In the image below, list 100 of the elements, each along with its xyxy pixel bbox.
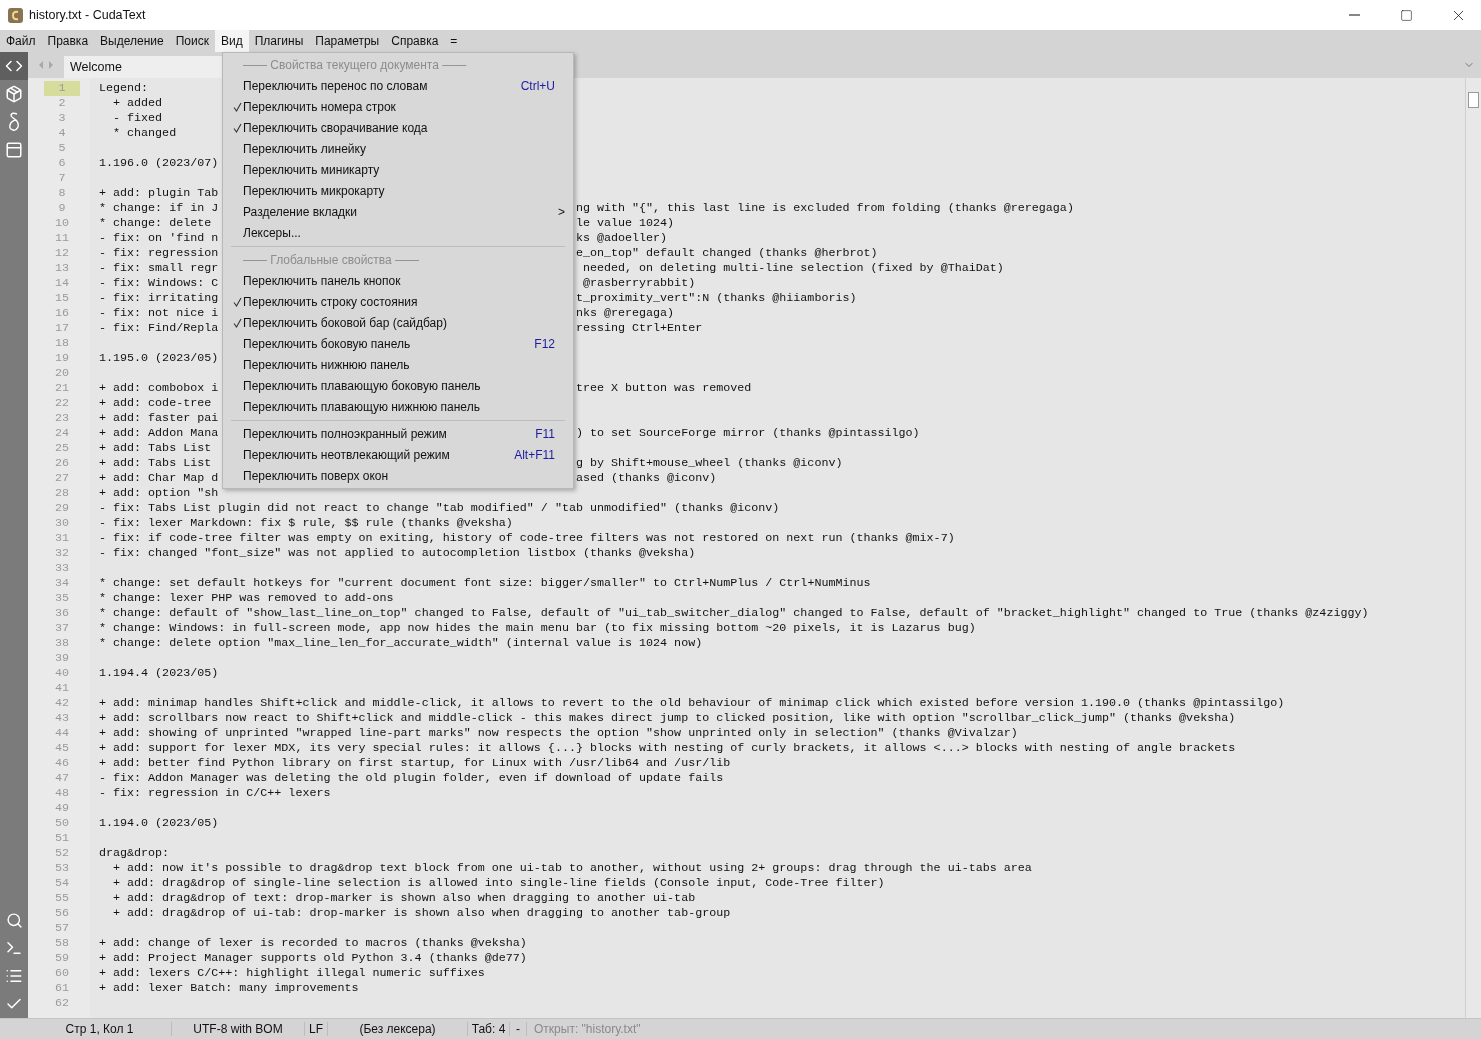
code-line: - fix: irritating [99, 291, 219, 305]
code-line: + add: option "sh [99, 486, 219, 501]
menu-item[interactable]: Поиск [169, 30, 215, 52]
code-line: - fix: Tabs List plugin did not react to change "tab modified" / "tab unmodified" (thanks @iconv) [99, 501, 780, 516]
menu-item[interactable]: Плагины [248, 30, 310, 52]
menu-option[interactable]: Переключить боковой бар (сайдбар) [243, 315, 573, 330]
code-line: - fix: regression in C/C++ lexers [99, 786, 331, 801]
line-number: 6 [57, 156, 67, 171]
code-line: e_on_top" default changed (thanks @herbrot) [575, 246, 878, 261]
menu-option[interactable]: Переключить линейку [243, 141, 573, 156]
line-number: 22 [54, 396, 70, 411]
code-line: * change: Windows: in full-screen mode, app now hides the main menu bar (to fix missing bottom ~20 pixels, it is Lazarus bug) [99, 621, 976, 636]
line-number: 25 [54, 441, 70, 456]
menu-option[interactable]: Лексеры... [243, 225, 573, 240]
menu-option[interactable]: Переключить микрокарту [243, 183, 573, 198]
menu-section-header: —— Глобальные свойства —— [243, 252, 421, 267]
line-number: 62 [54, 996, 70, 1011]
menu-option[interactable]: Переключить боковую панель [243, 336, 535, 351]
line-number: 1 [44, 81, 80, 96]
code-line: needed, on deleting multi-line selection (fixed by @ThaiDat) [581, 261, 1004, 276]
menu-option[interactable]: Разделение вкладки [243, 204, 558, 219]
line-number: 55 [54, 891, 70, 906]
line-number: 57 [54, 921, 70, 936]
line-number: 9 [57, 201, 67, 216]
line-number: 19 [54, 351, 70, 366]
menu-option[interactable]: Переключить неотвлекающий режим [243, 447, 515, 462]
menu-option[interactable]: Переключить нижнюю панель [243, 357, 573, 372]
line-number: 5 [57, 141, 67, 156]
code-line: ng with "{", this last line is excluded from folding (thanks @reregaga) [575, 201, 1074, 216]
code-line: g by Shift+mouse_wheel (thanks @iconv) [575, 456, 843, 471]
status-text: Таб: 4 [468, 1022, 510, 1036]
line-number: 45 [54, 741, 70, 756]
code-line: - fix: Find/Repla [99, 321, 219, 335]
line-number: 16 [54, 306, 70, 321]
code-line: tree X button was removed [575, 381, 752, 396]
line-number: 43 [54, 711, 70, 726]
code-line: 1.196.0 (2023/07) [99, 156, 219, 171]
scrollbar-thumb[interactable] [1468, 92, 1479, 108]
line-number: 26 [54, 456, 70, 471]
line-number: 44 [54, 726, 70, 741]
menu-item[interactable]: Выделение [94, 30, 170, 52]
menu-option[interactable]: Переключить миникарту [243, 162, 573, 177]
submenu-arrow: > [558, 204, 566, 219]
shortcut-label: F11 [535, 426, 556, 441]
line-number: 30 [54, 516, 70, 531]
menu-option[interactable]: Переключить полноэкранный режим [243, 426, 536, 441]
window-title: history.txt - CudaText [29, 8, 147, 22]
menu-item[interactable]: Вид [214, 30, 249, 52]
status-text: UTF-8 with BOM [172, 1022, 305, 1036]
line-number: 60 [54, 966, 70, 981]
code-line: + add: plugin Tab [99, 186, 219, 201]
code-line: - fix: Windows: C [99, 276, 219, 290]
status-text: (Без лексера) [328, 1022, 468, 1036]
status-text: Открыт: "history.txt" [533, 1022, 642, 1036]
code-line: ressing Ctrl+Enter [575, 321, 703, 336]
menu-option[interactable]: Переключить панель кнопок [243, 273, 573, 288]
line-number: 34 [54, 576, 70, 591]
search-icon [5, 911, 23, 929]
line-number: 61 [54, 981, 70, 996]
menu-option[interactable]: Переключить плавающую нижнюю панель [243, 399, 573, 414]
menu-item[interactable]: Файл [0, 30, 42, 52]
menu-option[interactable]: Переключить строку состояния [243, 294, 573, 309]
line-number: 10 [54, 216, 70, 231]
menu-option[interactable]: Переключить перенос по словам [243, 78, 521, 93]
menu-option[interactable]: Переключить поверх окон [243, 468, 573, 483]
line-number: 27 [54, 471, 70, 486]
list-icon [5, 967, 23, 985]
line-number: 36 [54, 606, 70, 621]
menu-section-header: —— Свойства текущего документа —— [243, 57, 468, 72]
code-line: + add: Tabs List [99, 456, 212, 470]
line-number: 47 [54, 771, 70, 786]
menu-item[interactable]: Справка [385, 30, 445, 52]
menu-option[interactable]: Переключить плавающую боковую панель [243, 378, 573, 393]
code-line: 1.194.4 (2023/05) [99, 666, 219, 681]
line-number: 32 [54, 546, 70, 561]
menu-item[interactable]: Параметры [309, 30, 386, 52]
shortcut-label: F12 [534, 336, 556, 351]
line-number: 35 [54, 591, 70, 606]
code-line: - fixed [112, 111, 163, 126]
line-number: 24 [54, 426, 70, 441]
line-number: 23 [54, 411, 70, 426]
code-line: + add: scrollbars now react to Shift+click and middle-click - this makes direct jump to clicked position, like with option "scrollbar_click_jump" (thanks @veksha) [99, 711, 1236, 726]
menu-item[interactable]: Правка [41, 30, 95, 52]
code-line: + add: support for lexer MDX, its very special rules: it allows {...} blocks with nesting of curly brackets, it allows <...> blocks with nesting of angle brackets [99, 741, 1236, 756]
menu-option[interactable]: Переключить номера строк [243, 99, 573, 114]
menu-item[interactable]: = [444, 30, 464, 52]
code-line: * change: lexer PHP was removed to add-ons [99, 591, 394, 606]
line-number: 12 [54, 246, 70, 261]
code-line: + add: Char Map d [99, 471, 219, 485]
code-line: + add: drag&drop of single-line selection is allowed into single-line fields (Console input, Code-Tree filter) [112, 876, 885, 891]
line-number: 29 [54, 501, 70, 516]
code-tree-button[interactable] [0, 52, 28, 80]
code-line: + add: combobox i [99, 381, 219, 395]
line-number: 50 [54, 816, 70, 831]
shortcut-label: Alt+F11 [514, 447, 556, 462]
maximize-icon [1399, 8, 1413, 22]
line-number: 52 [54, 846, 70, 861]
code-line: * change: delete option "max_line_len_for_accurate_width" (internal value is 1024 now) [99, 636, 703, 651]
code-line: + add: lexer Batch: many improvements [99, 981, 359, 996]
menu-option[interactable]: Переключить сворачивание кода [243, 120, 573, 135]
